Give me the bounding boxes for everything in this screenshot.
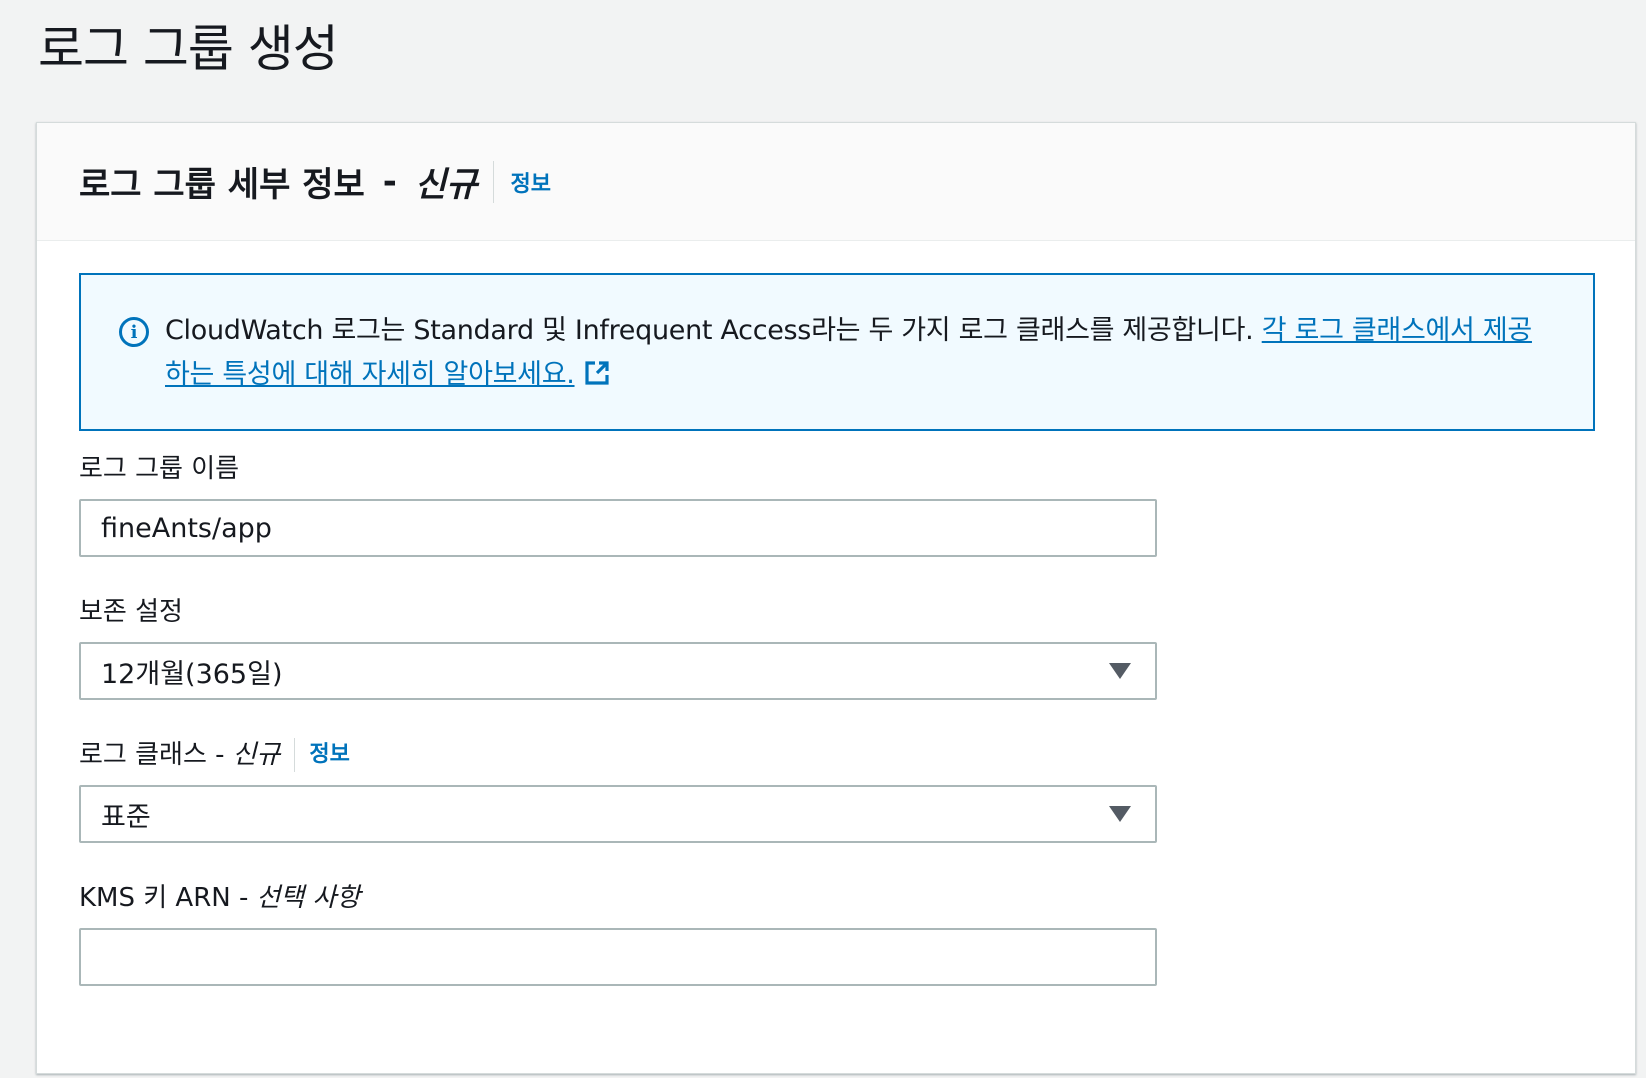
- page-title: 로그 그룹 생성: [38, 20, 339, 78]
- log-class-info-link[interactable]: 정보: [309, 737, 349, 773]
- panel-title-text: 로그 그룹 세부 정보: [79, 165, 365, 205]
- info-circle-icon: i: [119, 317, 149, 347]
- log-group-name-input[interactable]: [79, 499, 1157, 557]
- divider: [294, 738, 296, 772]
- caret-down-icon: [1109, 806, 1131, 822]
- log-group-name-label: 로그 그룹 이름: [79, 454, 240, 484]
- kms-key-arn-input[interactable]: [79, 928, 1157, 986]
- log-group-details-panel: 로그 그룹 세부 정보 - 신규 정보 i CloudWatch 로그는 Sta…: [36, 122, 1636, 1074]
- alert-message: CloudWatch 로그는 Standard 및 Infrequent Acc…: [165, 315, 1262, 346]
- panel-info-link[interactable]: 정보: [510, 166, 550, 198]
- kms-key-arn-label: KMS 키 ARN - 선택 사항: [79, 880, 1157, 916]
- external-link-icon[interactable]: [583, 359, 611, 387]
- panel-title-new: 신규: [414, 165, 478, 205]
- retention-label: 보존 설정: [79, 597, 183, 627]
- kms-key-arn-label-optional: 선택 사항: [256, 883, 361, 913]
- divider: [493, 160, 495, 203]
- caret-down-icon: [1109, 663, 1131, 679]
- kms-key-arn-label-text: KMS 키 ARN -: [79, 883, 249, 913]
- panel-title-separator: -: [382, 161, 397, 202]
- log-group-name-field: 로그 그룹 이름: [79, 451, 1157, 557]
- retention-value: 12개월(365일): [101, 658, 283, 690]
- panel-title: 로그 그룹 세부 정보 - 신규 정보: [79, 157, 551, 206]
- log-class-value: 표준: [101, 801, 151, 833]
- log-class-label: 로그 클래스 - 신규 정보: [79, 737, 1157, 773]
- log-class-field: 로그 클래스 - 신규 정보 표준: [79, 737, 1157, 843]
- info-alert: i CloudWatch 로그는 Standard 및 Infrequent A…: [79, 273, 1595, 431]
- retention-select[interactable]: 12개월(365일): [79, 642, 1157, 700]
- retention-field: 보존 설정 12개월(365일): [79, 594, 1157, 700]
- alert-text: CloudWatch 로그는 Standard 및 Infrequent Acc…: [165, 309, 1553, 429]
- log-class-label-text: 로그 클래스 -: [79, 740, 225, 770]
- log-class-select[interactable]: 표준: [79, 785, 1157, 843]
- panel-header: 로그 그룹 세부 정보 - 신규 정보: [37, 123, 1635, 241]
- log-class-label-new: 신규: [232, 740, 281, 770]
- kms-key-arn-field: KMS 키 ARN - 선택 사항: [79, 880, 1157, 986]
